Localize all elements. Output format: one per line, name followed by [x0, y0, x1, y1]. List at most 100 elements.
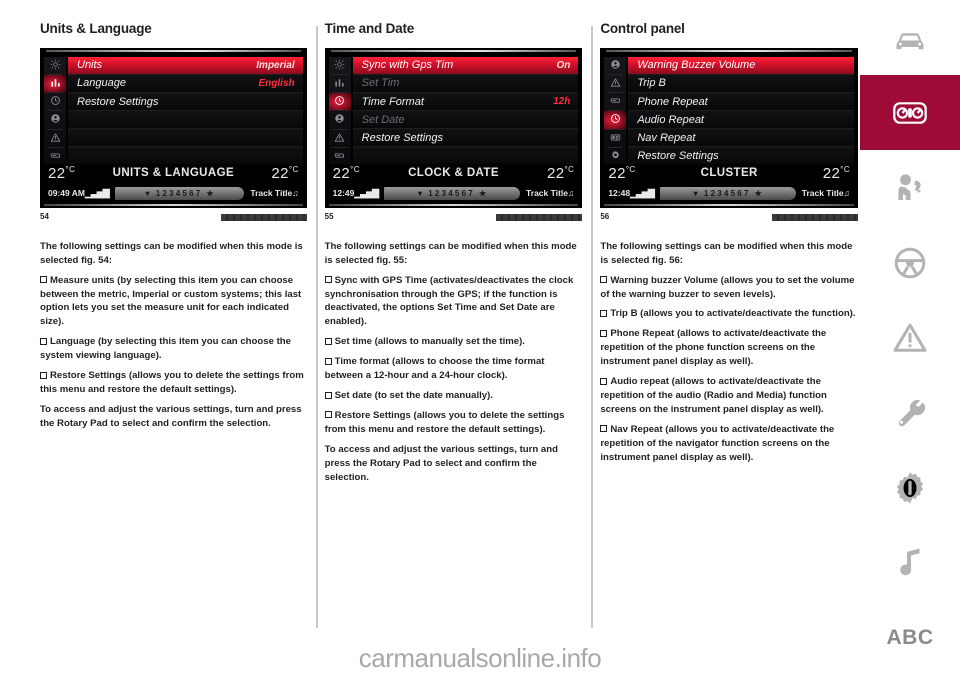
display-menu-row[interactable]: Restore Settings — [68, 93, 303, 112]
display-menu-row[interactable]: Restore Settings — [352, 129, 579, 148]
display-side-warning[interactable] — [604, 75, 626, 94]
instrument-cluster-icon — [893, 96, 927, 130]
preset-numbers: 1 2 3 4 5 6 7 — [703, 188, 749, 198]
display-side-clock[interactable] — [328, 93, 351, 112]
display-side-brightness[interactable] — [329, 57, 351, 76]
display-menu-row[interactable]: Audio Repeat — [628, 111, 855, 130]
square-bullet-icon — [40, 337, 47, 345]
rail-item-instrument-cluster[interactable] — [860, 75, 960, 150]
temp-right: 22°C — [822, 164, 850, 182]
temp-right: 22°C — [547, 164, 575, 182]
rail-item-music-note[interactable] — [860, 525, 960, 600]
display-status-bar: 22°C UNITS & LANGUAGE 22°C 09:49 AM ▁▃▅▇ ▾ 1 … — [44, 163, 303, 202]
square-bullet-icon — [324, 411, 332, 419]
bullet-paragraph: Language (by selecting this item you can… — [40, 335, 307, 363]
paragraph-text: Trip B (allows you to activate/deactivat… — [610, 308, 856, 320]
display-menu-row[interactable]: Time Format 12h — [352, 93, 579, 112]
rail-item-warning-triangle[interactable] — [860, 300, 960, 375]
safety-icon — [334, 111, 345, 129]
rail-item-wrench[interactable] — [860, 375, 960, 450]
display-menu-row[interactable]: Units Imperial — [68, 56, 303, 75]
display-menu-row[interactable]: Restore Settings — [628, 147, 855, 166]
paragraph-text: The following settings can be modified w… — [600, 240, 853, 266]
display-menu-label: Restore Settings — [361, 131, 443, 144]
display-menu-row[interactable]: Nav Repeat — [628, 129, 855, 148]
display-menu-row[interactable]: Set Tim — [352, 74, 579, 94]
rail-item-airbag-safety[interactable] — [860, 150, 960, 225]
display-bezel-bottom — [604, 203, 855, 206]
display-side-brightness[interactable] — [44, 57, 66, 76]
rail-item-car-front[interactable] — [860, 0, 960, 75]
display-menu-row[interactable]: Sync with Gps Tim On — [352, 56, 579, 75]
signal-bars-icon: ▁▃▅▇ — [630, 187, 655, 198]
display-clock: 09:49 AM — [48, 188, 86, 199]
figure-caption-code — [772, 213, 859, 221]
display-side-warning[interactable] — [329, 130, 351, 148]
display-menu-row[interactable] — [68, 111, 303, 130]
square-bullet-icon — [600, 329, 608, 337]
page-title: Units & Language — [40, 21, 152, 36]
radio-preset-bar[interactable]: ▾ 1 2 3 4 5 6 7 ★ — [384, 186, 521, 200]
figure-number: 55 — [324, 211, 334, 221]
display-side-safety[interactable] — [329, 111, 351, 130]
display-menu-row[interactable] — [68, 147, 303, 166]
signal-bars-icon: ▁▃▅▇ — [354, 187, 379, 198]
display-side-units[interactable] — [329, 75, 351, 94]
bullet-paragraph: Trip B (allows you to activate/deactivat… — [600, 307, 858, 321]
square-bullet-icon — [324, 357, 332, 365]
brightness-icon — [334, 57, 345, 75]
rail-item-tire-gear[interactable] — [860, 450, 960, 525]
infotainment-display-figure: Warning Buzzer Volume Trip B Phone Repeat A… — [600, 47, 859, 208]
square-bullet-icon — [324, 276, 332, 284]
display-menu-row[interactable]: Trip B — [628, 74, 855, 94]
bullet-paragraph: Set time (allows to manually set the tim… — [324, 335, 583, 349]
paragraph: To access and adjust the various setting… — [40, 403, 307, 431]
paragraph-text: Sync with GPS Time (activates/deactivate… — [324, 274, 574, 328]
display-menu-label: Nav Repeat — [637, 131, 696, 144]
bullet-paragraph: Measure units (by selecting this item yo… — [40, 274, 307, 330]
paragraph-text: Nav Repeat (allows you to activate/deact… — [600, 423, 835, 463]
display-side-safety[interactable] — [604, 57, 626, 76]
paragraph-text: Set date (to set the date manually). — [334, 390, 493, 401]
content-column-3: Control panel Warning Buzzer Volume Trip B… — [591, 21, 859, 642]
radio-preset-bar[interactable]: ▾ 1 2 3 4 5 6 7 ★ — [659, 186, 796, 200]
rail-item-steering-wheel[interactable] — [860, 225, 960, 300]
paragraph-text: The following settings can be modified w… — [40, 240, 303, 266]
units-icon — [334, 75, 345, 93]
column-divider — [591, 26, 594, 628]
bullet-paragraph: Nav Repeat (allows you to activate/deact… — [600, 423, 858, 465]
paragraph-text: To access and adjust the various setting… — [40, 403, 302, 429]
display-side-units[interactable] — [44, 75, 66, 94]
display-menu-row[interactable]: Warning Buzzer Volume — [628, 56, 855, 75]
clock-icon — [334, 93, 345, 111]
warning-triangle-icon — [892, 320, 928, 356]
display-status-bar: 22°C CLOCK & DATE 22°C 12:49 ▁▃▅▇ ▾ 1 2 3 4 5… — [328, 163, 579, 202]
bullet-paragraph: Time format (allows to choose the time f… — [324, 355, 583, 383]
track-title: Track Title — [526, 188, 568, 199]
display-menu-row[interactable]: Set Date — [352, 111, 579, 130]
display-menu-row[interactable]: Phone Repeat — [628, 93, 855, 112]
display-menu-row[interactable]: Language English — [68, 74, 303, 94]
figure-caption-code — [496, 213, 583, 221]
square-bullet-icon — [600, 276, 608, 284]
square-bullet-icon — [40, 276, 47, 284]
figure-number: 56 — [600, 211, 610, 221]
bullet-paragraph: Set date (to set the date manually). — [324, 389, 583, 403]
brightness-icon — [50, 57, 61, 75]
display-bezel-top — [606, 49, 853, 52]
paragraph-text: Warning buzzer Volume (allows you to set… — [600, 274, 855, 300]
display-side-safety[interactable] — [44, 111, 66, 130]
display-side-display[interactable] — [604, 130, 626, 148]
rail-item-abc-index[interactable]: ABC — [860, 600, 960, 675]
display-menu-row[interactable] — [352, 147, 579, 166]
display-side-clock[interactable] — [44, 93, 66, 112]
paragraph-text: Restore Settings (allows you to delete t… — [324, 409, 565, 435]
display-side-screen[interactable] — [604, 93, 626, 112]
display-side-warning[interactable] — [44, 130, 66, 148]
display-menu-row[interactable] — [68, 129, 303, 148]
display-menu-label: Phone Repeat — [637, 95, 708, 108]
warning-icon — [334, 130, 345, 148]
display-side-clock[interactable] — [604, 111, 627, 130]
radio-preset-bar[interactable]: ▾ 1 2 3 4 5 6 7 ★ — [114, 186, 245, 200]
safety-icon — [50, 111, 61, 129]
